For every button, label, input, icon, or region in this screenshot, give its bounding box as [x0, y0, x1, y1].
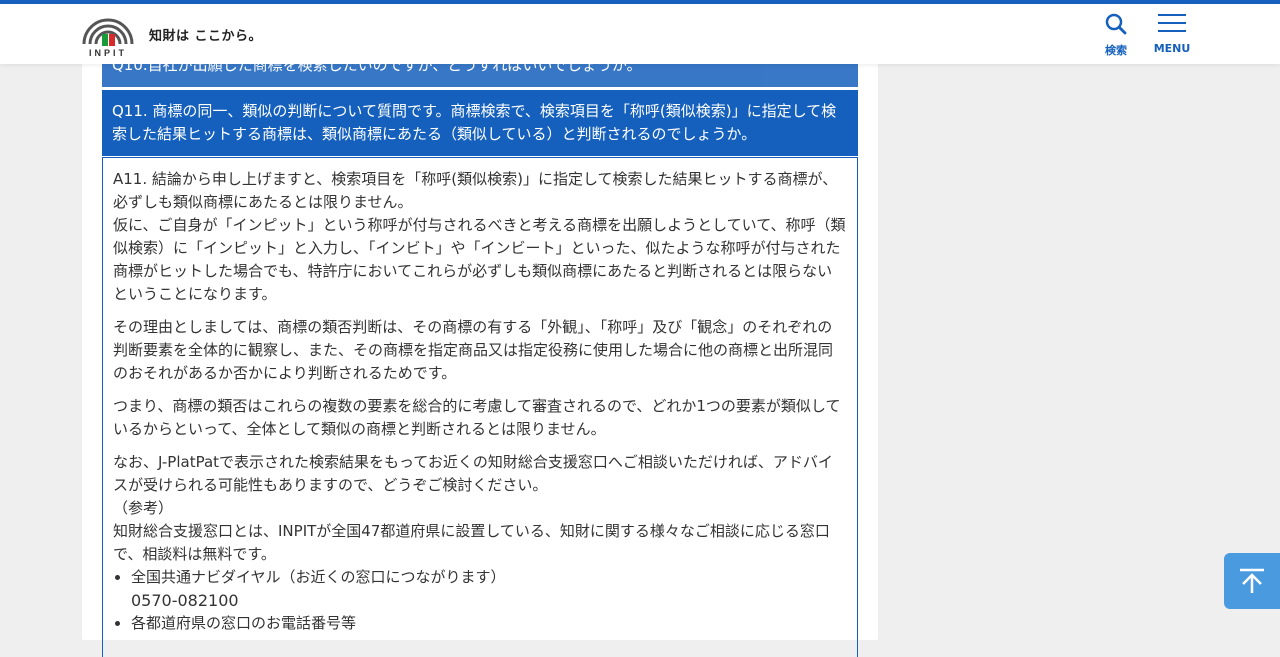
search-icon: [1105, 13, 1127, 35]
phone-number: 0570-082100: [131, 591, 239, 610]
reference-label: （参考）: [113, 499, 174, 517]
contact-list: 全国共通ナビダイヤル（お近くの窓口につながります） 0570-082100 各都…: [113, 566, 847, 635]
site-header: INPIT 知財は ここから。 検索 MENU: [0, 4, 1280, 64]
answer-paragraph: つまり、商標の類否はこれらの複数の要素を総合的に考慮して審査されるので、どれか1…: [113, 397, 841, 438]
answer-paragraph: なお、J-PlatPatで表示された検索結果をもってお近くの知財総合支援窓口へご…: [113, 453, 833, 494]
search-label: 検索: [1105, 44, 1127, 57]
answer-paragraph: 仮に、ご自身が「インピット」という称呼が付与されるべきと考える商標を出願しようと…: [113, 216, 846, 303]
back-to-top-button[interactable]: [1224, 553, 1280, 609]
menu-button[interactable]: MENU: [1150, 12, 1194, 55]
answer-paragraph: A11. 結論から申し上げますと、検索項目を「称呼(類似検索)」に指定して検索し…: [113, 170, 838, 211]
menu-label: MENU: [1153, 42, 1191, 55]
faq-question-q11[interactable]: Q11. 商標の同一、類似の判断について質問です。商標検索で、検索項目を「称呼(…: [102, 90, 858, 156]
faq-answer-a11: A11. 結論から申し上げますと、検索項目を「称呼(類似検索)」に指定して検索し…: [102, 157, 858, 657]
tagline: 知財は ここから。: [149, 29, 263, 44]
hamburger-icon: [1158, 14, 1186, 32]
contact-label: 各都道府県の窓口のお電話番号等: [131, 614, 357, 632]
search-button[interactable]: 検索: [1098, 12, 1134, 58]
inpit-logo[interactable]: INPIT: [80, 14, 136, 58]
arrow-up-icon: [1240, 568, 1264, 593]
answer-paragraph: 知財総合支援窓口とは、INPITが全国47都道府県に設置している、知財に関する様…: [113, 522, 830, 563]
faq-question-q11-text: Q11. 商標の同一、類似の判断について質問です。商標検索で、検索項目を「称呼(…: [112, 102, 837, 143]
answer-paragraph: その理由としましては、商標の類否判断は、その商標の有する「外観」、「称呼」及び「…: [113, 318, 834, 382]
list-item: 全国共通ナビダイヤル（お近くの窓口につながります） 0570-082100: [131, 566, 847, 612]
top-accent-bar: [0, 0, 1280, 4]
list-item[interactable]: 各都道府県の窓口のお電話番号等: [131, 612, 847, 635]
contact-label: 全国共通ナビダイヤル（お近くの窓口につながります）: [131, 568, 506, 586]
svg-text:INPIT: INPIT: [89, 48, 127, 58]
inpit-logo-icon: INPIT: [82, 18, 134, 58]
